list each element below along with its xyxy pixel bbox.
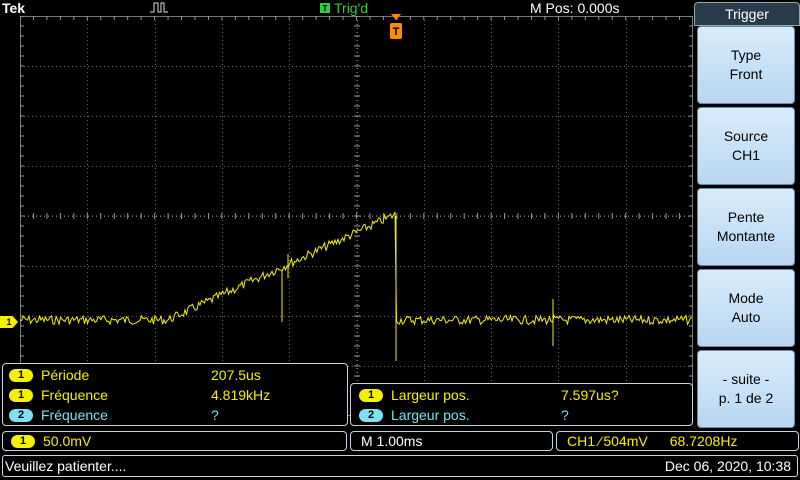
measurement-row[interactable]: 1 Largeur pos. 7.597us?: [359, 387, 619, 403]
measurement-panel-right: 1 Largeur pos. 7.597us? 2 Largeur pos. ?: [350, 383, 693, 426]
trigger-status-text: Trig'd: [334, 0, 369, 16]
measurement-row[interactable]: 2 Largeur pos. ?: [359, 407, 569, 423]
menu-button-type-label: Type: [730, 47, 762, 63]
menu-button-mode-value: Auto: [731, 309, 761, 325]
measurement-value: ?: [561, 407, 569, 423]
measurement-value: 4.819kHz: [211, 387, 271, 403]
trigger-position-marker[interactable]: T: [389, 14, 403, 42]
channel-badge: 2: [9, 408, 33, 422]
measurement-label: Fréquence: [41, 407, 108, 423]
measurement-row[interactable]: 1 Fréquence 4.819kHz: [9, 387, 270, 403]
trigger-frequency: 68.7208Hz: [669, 433, 738, 449]
rising-slope-icon: ⁄: [599, 433, 602, 449]
measurement-label: Fréquence: [41, 387, 108, 403]
measurement-value: 7.597us?: [561, 387, 619, 403]
timebase-readout[interactable]: M 1.00ms: [350, 431, 553, 451]
channel-badge: 1: [11, 434, 35, 448]
measurement-row[interactable]: 2 Fréquence ?: [9, 407, 219, 423]
menu-button-slope[interactable]: Pente Montante: [697, 188, 795, 266]
brand-logo: Tek: [2, 0, 26, 16]
trigger-status: T Trig'd: [320, 0, 368, 16]
channel-badge: 2: [359, 408, 383, 422]
menu-title: Trigger: [694, 2, 800, 26]
waveform-display: [20, 16, 693, 416]
menu-button-source-label: Source: [723, 128, 769, 144]
measurement-label: Largeur pos.: [391, 387, 470, 403]
trigger-level: 504mV: [603, 433, 648, 449]
status-line: Veuillez patienter.... Dec 06, 2020, 10:…: [2, 455, 798, 477]
measurement-row[interactable]: 1 Période 207.5us: [9, 367, 261, 383]
ch1-scale-readout[interactable]: 1 50.0mV: [2, 431, 347, 451]
menu-button-type-value: Front: [729, 66, 763, 82]
channel-badge: 1: [9, 388, 33, 402]
menu-button-type[interactable]: Type Front: [697, 26, 795, 104]
measurement-label: Période: [41, 367, 90, 383]
menu-button-slope-value: Montante: [716, 228, 776, 244]
trigger-source: CH1: [567, 433, 596, 449]
menu-button-mode[interactable]: Mode Auto: [697, 269, 795, 347]
timebase-value: M 1.00ms: [361, 433, 423, 449]
trigger-marker-label: T: [393, 26, 400, 38]
horizontal-position: M Pos: 0.000s: [530, 0, 620, 16]
measurement-value: ?: [211, 407, 219, 423]
menu-button-next-page-indicator: p. 1 de 2: [718, 390, 774, 406]
menu-button-source-value: CH1: [731, 147, 760, 163]
trigger-status-icon: T: [320, 3, 330, 13]
menu-button-next-label: - suite -: [722, 371, 770, 387]
channel-badge: 1: [359, 388, 383, 402]
menu-button-source[interactable]: Source CH1: [697, 107, 795, 185]
trigger-menu: Trigger Type Front Source CH1 Pente Mont…: [694, 2, 800, 428]
measurement-panel-left: 1 Période 207.5us 1 Fréquence 4.819kHz 2…: [2, 363, 348, 426]
date-time: Dec 06, 2020, 10:38: [664, 458, 791, 474]
status-message: Veuillez patienter....: [5, 458, 127, 474]
trigger-readout[interactable]: CH1 ⁄ 504mV 68.7208Hz: [556, 431, 799, 451]
channel-badge: 1: [9, 368, 33, 382]
ch1-ground-marker[interactable]: 1: [0, 316, 18, 328]
measurement-value: 207.5us: [211, 367, 261, 383]
ch1-scale-value: 50.0mV: [43, 433, 92, 449]
measurement-label: Largeur pos.: [391, 407, 470, 423]
acquisition-run-icon: [150, 2, 168, 13]
menu-button-slope-label: Pente: [727, 209, 765, 225]
menu-button-next-page[interactable]: - suite - p. 1 de 2: [697, 350, 795, 428]
menu-button-mode-label: Mode: [728, 290, 764, 306]
